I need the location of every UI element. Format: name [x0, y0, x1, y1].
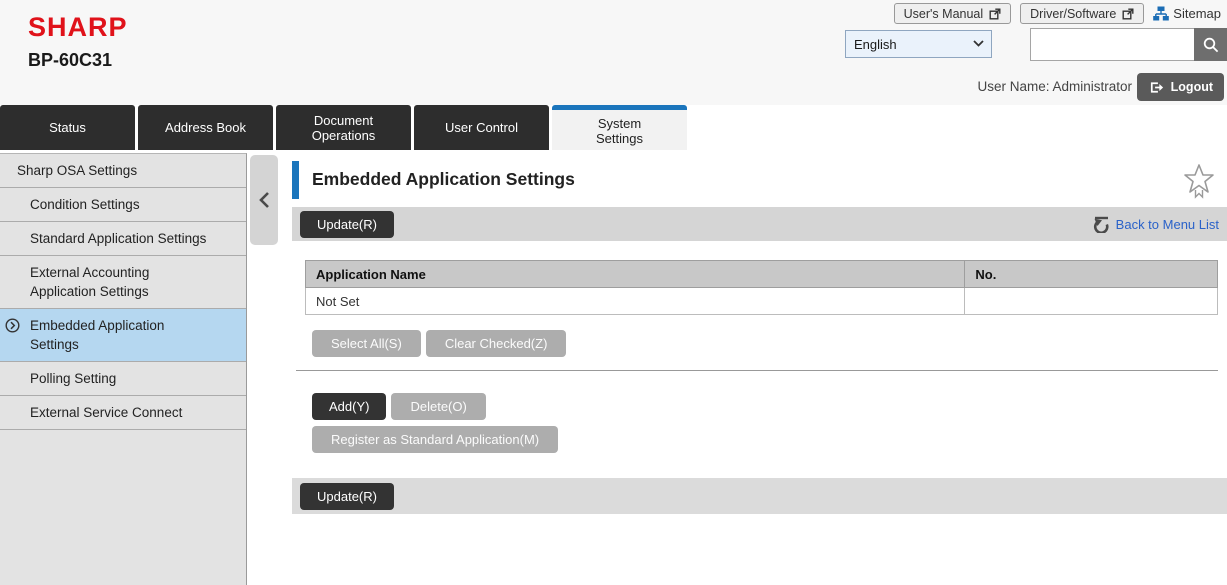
search-icon: [1202, 36, 1220, 54]
top-toolbar: Update(R) Back to Menu List: [292, 207, 1227, 241]
sidebar-item-condition-settings[interactable]: Condition Settings: [0, 188, 246, 222]
user-name-text: User Name: Administrator: [977, 79, 1132, 94]
selection-buttons-row: Select All(S) Clear Checked(Z): [312, 330, 566, 357]
tab-label: Document Operations: [312, 113, 376, 143]
sitemap-icon: [1153, 6, 1169, 21]
selected-arrow-icon: [5, 318, 20, 333]
search-button[interactable]: [1194, 28, 1227, 61]
tab-status[interactable]: Status: [0, 105, 135, 150]
sidebar-item-polling-setting[interactable]: Polling Setting: [0, 362, 246, 396]
main-content: Embedded Application Settings Update(R) …: [292, 150, 1227, 585]
add-delete-buttons-row: Add(Y) Delete(O): [312, 393, 486, 420]
main-tabbar: Status Address Book Document Operations …: [0, 105, 1227, 150]
page-title: Embedded Application Settings: [312, 169, 575, 190]
select-all-button[interactable]: Select All(S): [312, 330, 421, 357]
back-to-top-icon: [1092, 215, 1111, 233]
tab-document-operations[interactable]: Document Operations: [276, 105, 411, 150]
column-header-application-name: Application Name: [306, 261, 965, 288]
back-to-menu-list-link[interactable]: Back to Menu List: [1092, 215, 1219, 233]
sidebar-item-external-accounting-application-settings[interactable]: External Accounting Application Settings: [0, 256, 246, 309]
title-accent-bar: [292, 161, 299, 199]
sidebar-item-external-service-connect[interactable]: External Service Connect: [0, 396, 246, 430]
tab-label: User Control: [445, 120, 518, 135]
update-button-bottom[interactable]: Update(R): [300, 483, 394, 510]
search-bar: [1030, 28, 1227, 61]
table-row[interactable]: Not Set: [306, 288, 1218, 315]
page-header: SHARP BP-60C31 User's Manual Driver/Soft…: [0, 0, 1227, 105]
cell-no: [965, 288, 1218, 315]
users-manual-label: User's Manual: [904, 7, 984, 21]
driver-software-button[interactable]: Driver/Software: [1020, 3, 1144, 24]
sidebar-collapse-handle[interactable]: [250, 155, 278, 245]
sitemap-link[interactable]: Sitemap: [1153, 6, 1221, 21]
sitemap-label: Sitemap: [1173, 6, 1221, 21]
driver-software-label: Driver/Software: [1030, 7, 1116, 21]
tab-system-settings[interactable]: System Settings: [552, 105, 687, 151]
application-table: Application Name No. Not Set: [305, 260, 1218, 315]
language-select[interactable]: English: [845, 30, 992, 58]
cell-application-name: Not Set: [306, 288, 965, 315]
users-manual-button[interactable]: User's Manual: [894, 3, 1012, 24]
external-link-icon: [1122, 8, 1134, 20]
header-quicklinks: User's Manual Driver/Software Sitemap: [894, 3, 1221, 24]
sidebar-item-label: Embedded Application Settings: [30, 318, 164, 352]
settings-sidebar: Sharp OSA Settings Condition Settings St…: [0, 153, 247, 585]
external-link-icon: [989, 8, 1001, 20]
sharp-logo: SHARP: [28, 12, 128, 43]
tab-address-book[interactable]: Address Book: [138, 105, 273, 150]
tab-label: Address Book: [165, 120, 246, 135]
tab-label: Status: [49, 120, 86, 135]
tab-user-control[interactable]: User Control: [414, 105, 549, 150]
clear-checked-button[interactable]: Clear Checked(Z): [426, 330, 567, 357]
table-header-row: Application Name No.: [306, 261, 1218, 288]
back-to-menu-list-label: Back to Menu List: [1116, 217, 1219, 232]
logout-button[interactable]: Logout: [1137, 73, 1224, 101]
add-button[interactable]: Add(Y): [312, 393, 386, 420]
tab-label: System Settings: [596, 116, 643, 146]
sidebar-item-sharp-osa-settings[interactable]: Sharp OSA Settings: [0, 154, 246, 188]
register-as-standard-application-button[interactable]: Register as Standard Application(M): [312, 426, 558, 453]
column-header-no: No.: [965, 261, 1218, 288]
favorite-star-icon[interactable]: [1183, 163, 1215, 199]
sidebar-item-standard-application-settings[interactable]: Standard Application Settings: [0, 222, 246, 256]
sidebar-item-embedded-application-settings[interactable]: Embedded Application Settings: [0, 309, 246, 362]
page-title-row: Embedded Application Settings: [292, 161, 1227, 199]
model-name: BP-60C31: [28, 50, 112, 71]
register-button-row: Register as Standard Application(M): [312, 426, 558, 453]
logout-label: Logout: [1171, 80, 1213, 94]
bottom-toolbar: Update(R): [292, 478, 1227, 514]
language-select-wrap: English: [845, 30, 992, 58]
search-input[interactable]: [1030, 28, 1194, 61]
logout-icon: [1148, 79, 1165, 96]
section-divider: [296, 370, 1218, 371]
update-button-top[interactable]: Update(R): [300, 211, 394, 238]
chevron-left-icon: [258, 191, 270, 209]
delete-button[interactable]: Delete(O): [391, 393, 485, 420]
